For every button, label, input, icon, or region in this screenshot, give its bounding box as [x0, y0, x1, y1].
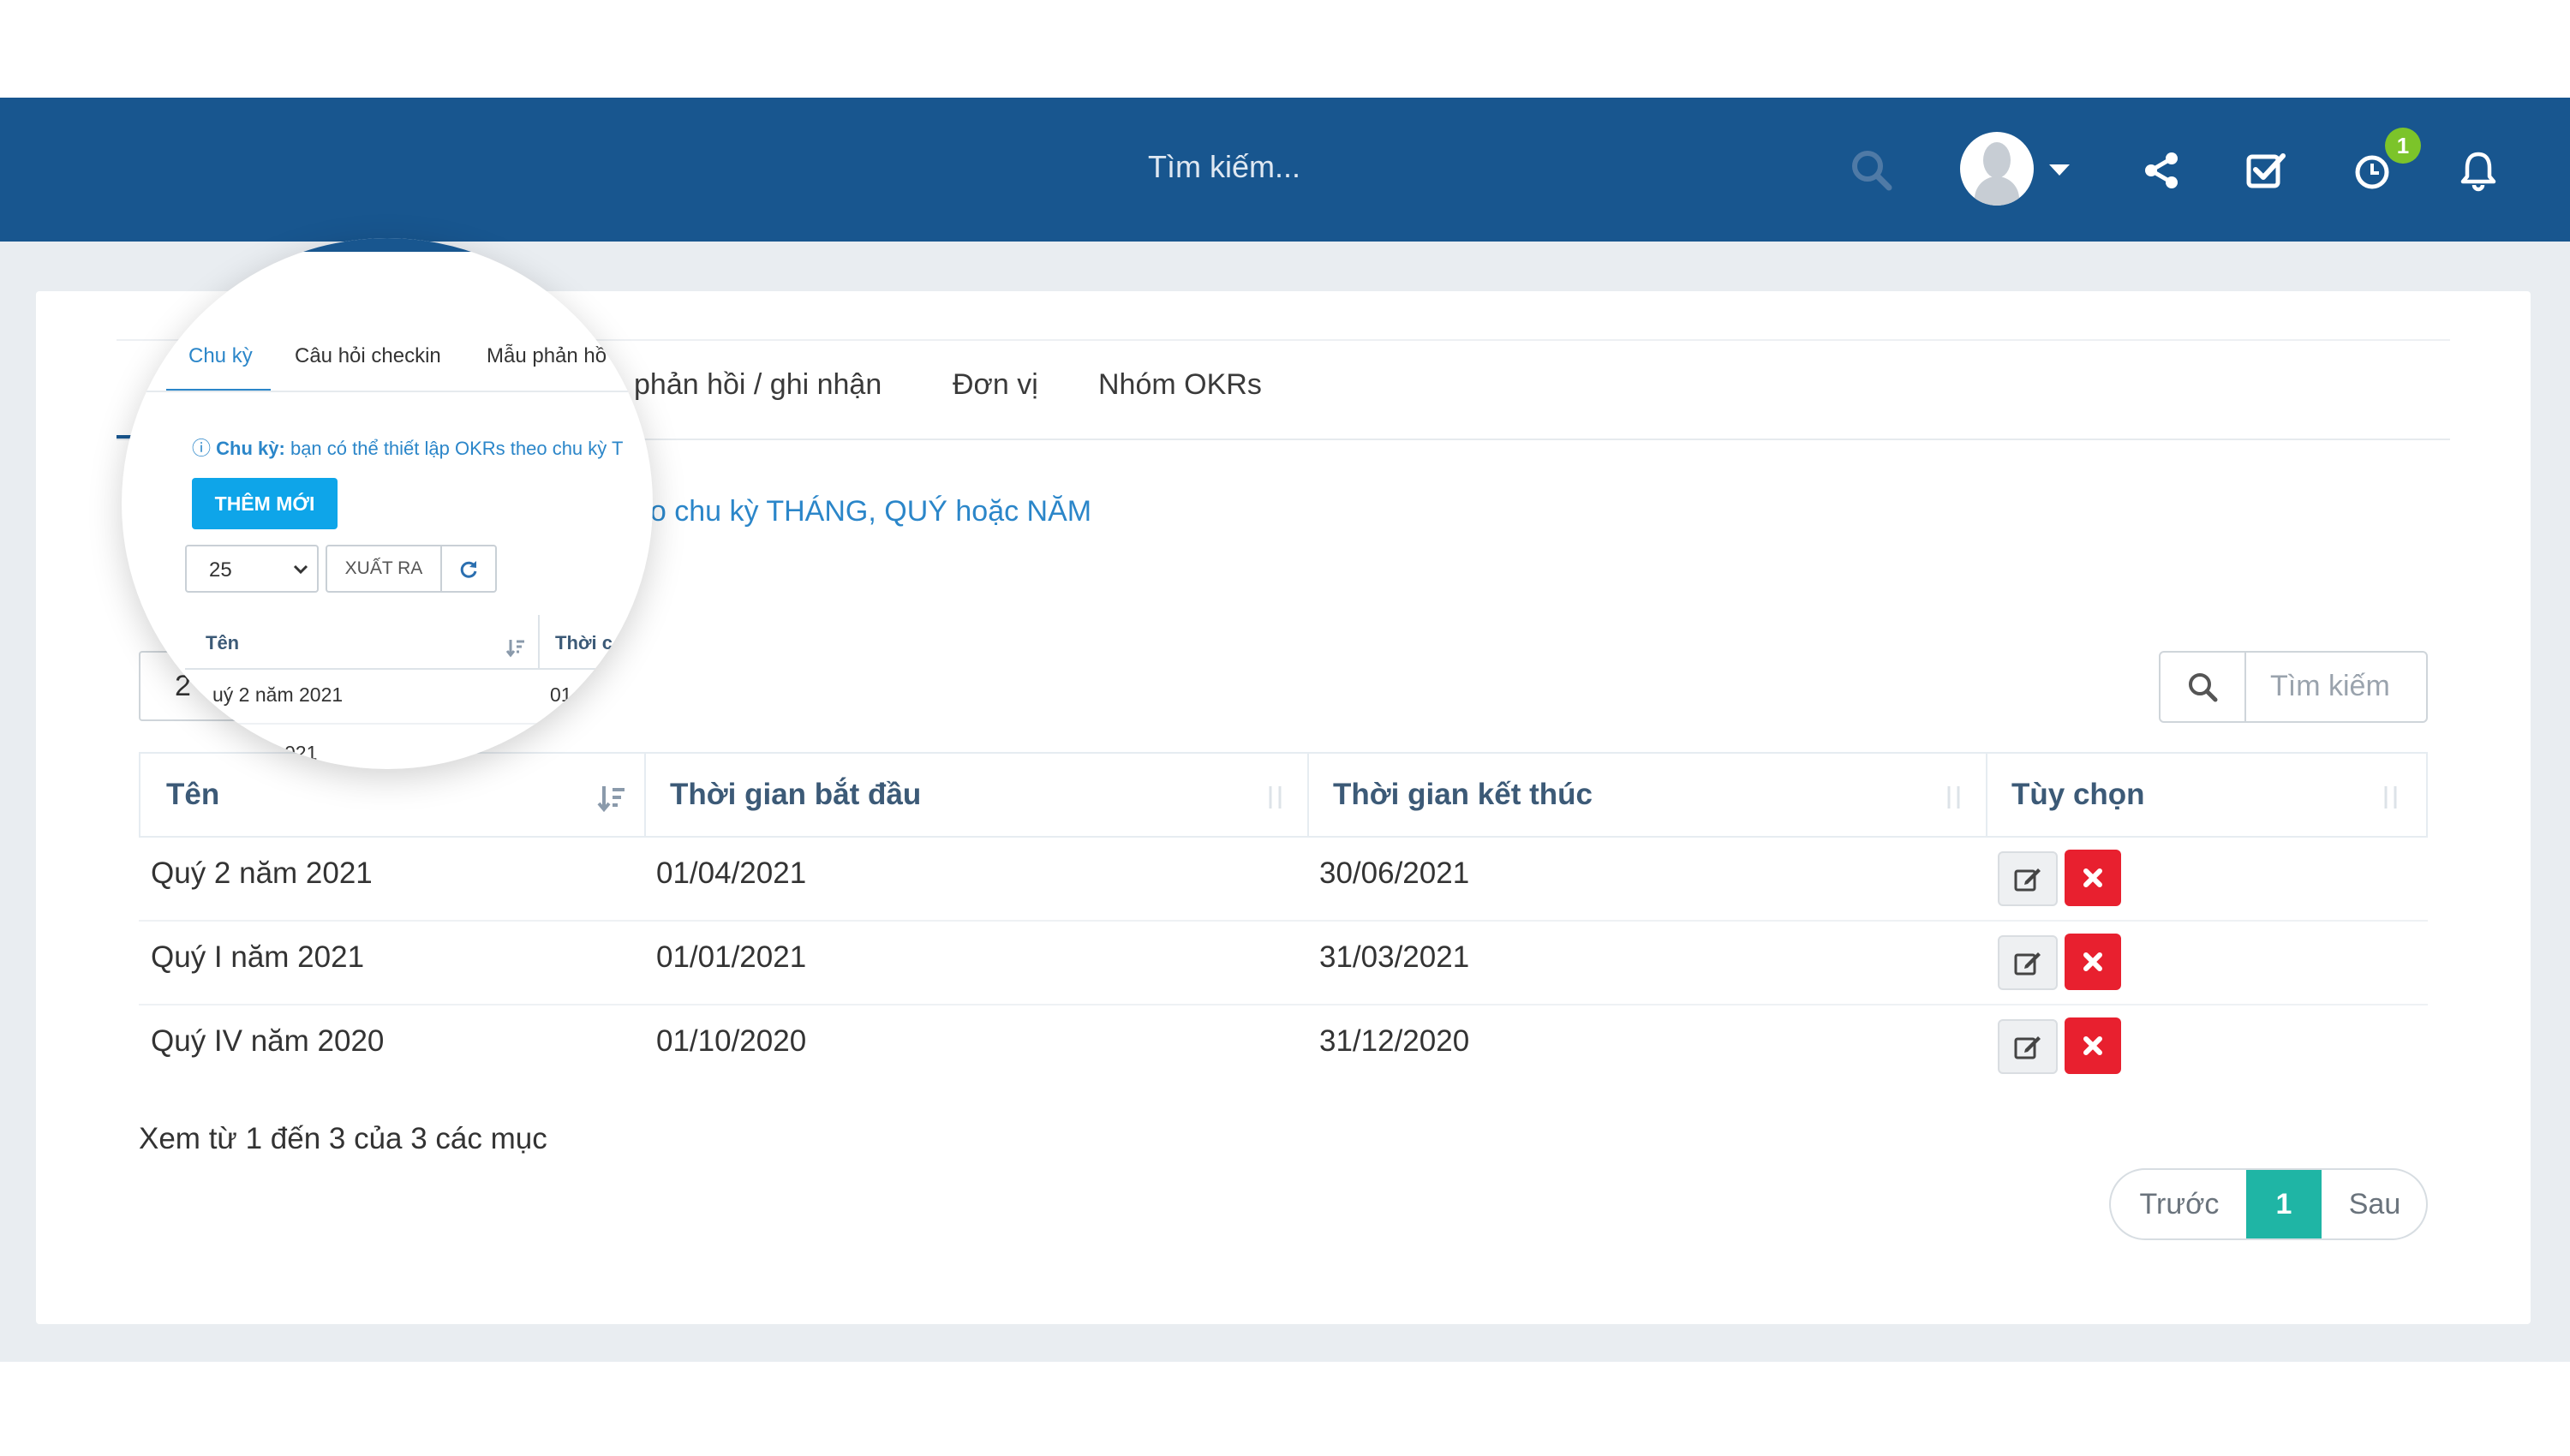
cycles-table: Tên Thời gian bắt đầu Thời gian kết thúc…	[139, 752, 2428, 1089]
info-icon: ⓘ	[192, 438, 212, 459]
top-navbar: Tìm kiếm... 1	[0, 98, 2570, 242]
tab-divider	[122, 391, 653, 392]
notification-count-badge: 1	[2385, 128, 2421, 164]
cycle-info-text: eo chu kỳ THÁNG, QUÝ hoặc NĂM	[634, 495, 1092, 528]
column-divider	[1307, 754, 1309, 836]
column-header-options: Tùy chọn	[2011, 778, 2145, 811]
task-check-icon[interactable]	[2227, 132, 2304, 209]
pagination-next[interactable]: Sau	[2322, 1170, 2426, 1238]
cell-end: 31/03/2021	[1319, 940, 1470, 974]
column-header-name[interactable]: Tên	[166, 778, 219, 812]
app-screen: Tìm kiếm... 1 phản hồi / ghi nhận Đơn vị…	[0, 0, 2570, 1456]
table-header: Tên Thời gian bắt đầu Thời gian kết thúc…	[139, 752, 2428, 838]
tab-units[interactable]: Đơn vị	[953, 368, 1038, 402]
edit-icon	[2014, 1036, 2041, 1059]
column-divider	[644, 754, 646, 836]
header-divider	[185, 668, 653, 670]
cell-name: Quý 2 năm 2021	[151, 856, 373, 890]
close-icon	[2083, 952, 2102, 971]
close-icon	[2083, 1036, 2102, 1055]
edit-button[interactable]	[1998, 851, 2058, 906]
cell-start: 01	[550, 683, 572, 706]
close-icon	[2083, 868, 2102, 887]
cell-name: uý 2 năm 2021	[212, 683, 344, 706]
search-icon[interactable]	[2161, 653, 2246, 721]
cell-name: Quý IV năm 2020	[151, 1024, 385, 1058]
tab-okr-groups[interactable]: Nhóm OKRs	[1098, 368, 1262, 402]
chevron-down-icon[interactable]	[2034, 132, 2085, 209]
tab-cycles[interactable]: Chu kỳ	[188, 344, 253, 368]
cell-start: 01/10/2020	[656, 1024, 807, 1058]
user-avatar[interactable]	[1960, 132, 2034, 206]
pagination: Trước 1 Sau	[2109, 1168, 2428, 1240]
cell-end: 31/12/2020	[1319, 1024, 1470, 1058]
column-divider	[538, 615, 540, 670]
sort-desc-icon[interactable]	[505, 637, 526, 658]
edit-button[interactable]	[1998, 1019, 2058, 1074]
share-icon[interactable]	[2123, 132, 2200, 209]
edit-icon	[2014, 868, 2041, 892]
sort-icon[interactable]	[2378, 783, 2404, 812]
tab-feedback-templates[interactable]: phản hồi / ghi nhận	[634, 368, 882, 402]
table-summary: Xem từ 1 đến 3 của 3 các mục	[139, 1122, 547, 1155]
table-row: Quý IV năm 2020 01/10/2020 31/12/2020	[139, 1005, 2428, 1089]
edit-button[interactable]	[1998, 935, 2058, 990]
column-header-start[interactable]: Thời gian bắt đầu	[670, 778, 921, 812]
bell-icon[interactable]	[2440, 132, 2517, 209]
delete-button[interactable]	[2065, 850, 2121, 906]
add-new-button[interactable]: THÊM MỚI	[192, 478, 338, 529]
row-divider	[185, 723, 653, 725]
pagination-page[interactable]: 1	[2246, 1170, 2322, 1238]
refresh-button[interactable]	[440, 545, 497, 593]
pagination-prev[interactable]: Trước	[2111, 1170, 2248, 1238]
zoom-magnifier: Chu kỳ Câu hỏi checkin Mẫu phản hồ ⓘ Chu…	[122, 238, 653, 769]
cycle-info-text: bạn có thể thiết lập OKRs theo chu kỳ T	[290, 438, 624, 459]
magnifier-navbar-edge	[216, 238, 559, 252]
page-size-select[interactable]: 25	[185, 545, 319, 593]
refresh-icon	[460, 561, 477, 578]
table-search[interactable]: Tìm kiếm	[2159, 651, 2428, 723]
table-search-input[interactable]: Tìm kiếm	[2270, 670, 2390, 703]
column-header-name[interactable]: Tên	[206, 632, 239, 654]
cycle-info-label: Chu kỳ:	[216, 438, 285, 459]
global-search-input[interactable]: Tìm kiếm...	[1148, 149, 1300, 185]
table-row: Quý 2 năm 2021 01/04/2021 30/06/2021	[139, 838, 2428, 922]
delete-button[interactable]	[2065, 934, 2121, 990]
cell-start: 01/04/2021	[656, 856, 807, 890]
search-icon[interactable]	[1833, 132, 1910, 209]
cell-name: 021	[284, 742, 318, 764]
sort-icon[interactable]	[1263, 783, 1288, 812]
cell-end: 30/06/2021	[1319, 856, 1470, 890]
sort-desc-icon[interactable]	[596, 783, 627, 814]
chevron-down-icon	[293, 564, 308, 575]
tab-checkin-questions[interactable]: Câu hỏi checkin	[295, 344, 441, 368]
page-size-value: 25	[209, 558, 232, 582]
cell-start: 01/01/2021	[656, 940, 807, 974]
column-header-start[interactable]: Thời c	[555, 632, 613, 654]
column-header-end[interactable]: Thời gian kết thúc	[1333, 778, 1593, 812]
tab-feedback-templates[interactable]: Mẫu phản hồ	[487, 344, 607, 368]
sort-icon[interactable]	[1941, 783, 1967, 812]
cell-name: Quý I năm 2021	[151, 940, 365, 974]
edit-icon	[2014, 952, 2041, 976]
cycle-info: ⓘ Chu kỳ: bạn có thể thiết lập OKRs theo…	[192, 433, 623, 461]
table-row: Quý I năm 2021 01/01/2021 31/03/2021	[139, 922, 2428, 1005]
delete-button[interactable]	[2065, 1017, 2121, 1074]
export-button[interactable]: XUẤT RA	[326, 545, 442, 593]
column-divider	[1986, 754, 1987, 836]
